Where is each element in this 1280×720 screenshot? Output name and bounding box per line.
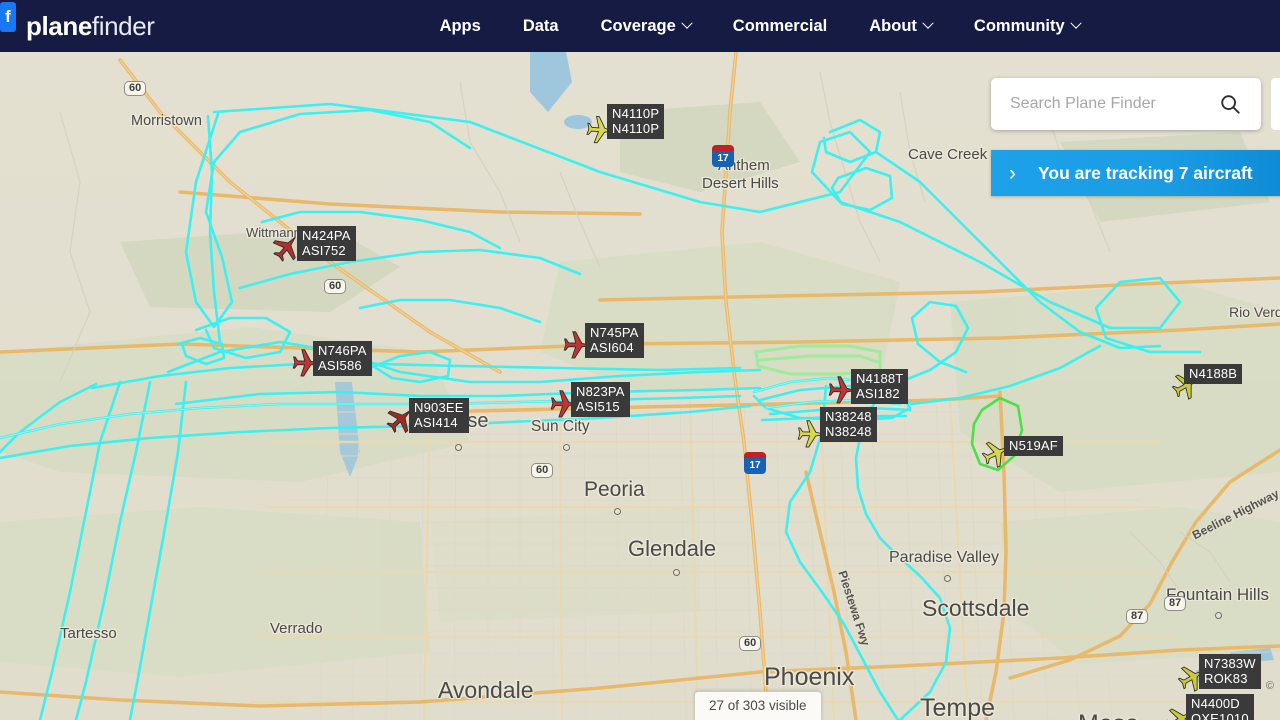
- nav-link-label: Data: [522, 16, 559, 35]
- nav-link-about[interactable]: About: [848, 17, 953, 36]
- aircraft-registration: N424PA: [302, 228, 351, 243]
- nav-link-commercial[interactable]: Commercial: [712, 17, 848, 36]
- map-place-dot: [614, 508, 621, 515]
- aircraft-callsign: ROK83: [1204, 671, 1248, 686]
- aircraft-label[interactable]: N4188B: [1184, 364, 1243, 384]
- us-route-shield-icon: 60: [124, 81, 147, 96]
- search-icon[interactable]: [1219, 93, 1241, 115]
- aircraft-label[interactable]: N823PA ASI515: [571, 382, 630, 417]
- aircraft-callsign: ASI182: [856, 386, 900, 401]
- map-copyright: ©: [1265, 680, 1274, 692]
- panel-edge-strip: [1271, 78, 1280, 130]
- us-route-shield-icon: 60: [739, 636, 762, 651]
- us-route-shield-icon: 87: [1126, 609, 1149, 624]
- search-input[interactable]: [1010, 95, 1219, 113]
- aircraft-registration: N4400D: [1191, 696, 1240, 711]
- map-place-dot: [563, 444, 570, 451]
- map-place-dot: [673, 569, 680, 576]
- aircraft-callsign: N38248: [825, 424, 872, 439]
- map-place-dot: [455, 444, 462, 451]
- aircraft-label[interactable]: N746PA ASI586: [313, 341, 372, 376]
- aircraft-registration: N4188B: [1189, 366, 1238, 381]
- aircraft-label[interactable]: N4188T ASI182: [851, 369, 909, 404]
- aircraft-label[interactable]: N7383W ROK83: [1199, 654, 1261, 689]
- us-route-shield-icon: 60: [531, 463, 554, 478]
- us-route-shield-icon: 60: [324, 279, 347, 294]
- aircraft-registration: N519AF: [1009, 438, 1058, 453]
- aircraft-registration: N4110P: [612, 106, 660, 121]
- us-route-shield-icon: 87: [1164, 596, 1187, 611]
- aircraft-callsign: ASI586: [318, 358, 362, 373]
- chevron-down-icon: [1069, 17, 1082, 29]
- aircraft-label[interactable]: N745PA ASI604: [585, 323, 644, 358]
- aircraft-callsign: ASI752: [302, 243, 346, 258]
- aircraft-callsign: ASI604: [590, 340, 634, 355]
- interstate-shield-icon: 17: [744, 452, 766, 474]
- facebook-icon[interactable]: f: [0, 2, 16, 32]
- planefinder-logo[interactable]: planefinder: [26, 11, 155, 42]
- aircraft-registration: N823PA: [576, 384, 625, 399]
- aircraft-label[interactable]: N4400D QXE1010: [1186, 694, 1254, 720]
- brand-bold: plane: [26, 10, 92, 41]
- chevron-down-icon: [922, 17, 934, 29]
- aircraft-label[interactable]: N519AF: [1004, 436, 1063, 456]
- aircraft-registration: N7383W: [1204, 656, 1256, 671]
- aircraft-label[interactable]: N4110P N4110P: [607, 104, 665, 139]
- interstate-shield-icon: 17: [712, 145, 734, 167]
- nav-link-label: Apps: [439, 16, 481, 35]
- nav-link-label: Community: [973, 16, 1065, 35]
- aircraft-registration: N903EE: [414, 400, 464, 415]
- tracking-banner[interactable]: › You are tracking 7 aircraft: [991, 150, 1280, 196]
- nav-link-coverage[interactable]: Coverage: [580, 17, 712, 36]
- nav-link-data[interactable]: Data: [502, 17, 580, 36]
- aircraft-registration: N746PA: [318, 343, 367, 358]
- aircraft-callsign: ASI414: [414, 415, 458, 430]
- aircraft-registration: N4188T: [856, 371, 904, 386]
- map-place-dot: [944, 575, 951, 582]
- chevron-right-icon: ›: [1009, 161, 1016, 185]
- aircraft-label[interactable]: N903EE ASI414: [409, 398, 469, 433]
- plane-finder-app: Morristown Anthem Cave Creek Desert Hills Wi…: [0, 0, 1280, 720]
- nav-link-label: Coverage: [600, 16, 676, 35]
- search-box[interactable]: [991, 78, 1261, 130]
- visible-aircraft-count: 27 of 303 visible: [694, 691, 822, 720]
- map-place-dot: [1215, 612, 1222, 619]
- aircraft-callsign: ASI515: [576, 399, 620, 414]
- aircraft-callsign: QXE1010: [1191, 711, 1249, 720]
- nav-link-apps[interactable]: Apps: [419, 17, 502, 36]
- tracking-banner-label: You are tracking 7 aircraft: [1038, 162, 1253, 183]
- aircraft-registration: N38248: [825, 409, 872, 424]
- nav-link-label: Commercial: [732, 16, 828, 35]
- nav-link-community[interactable]: Community: [953, 17, 1101, 36]
- chevron-down-icon: [681, 17, 693, 29]
- nav-links: Apps Data Coverage Commercial About Community: [419, 17, 1101, 36]
- aircraft-label[interactable]: N424PA ASI752: [297, 226, 356, 261]
- aircraft-registration: N745PA: [590, 325, 639, 340]
- aircraft-label[interactable]: N38248 N38248: [820, 407, 877, 442]
- nav-link-label: About: [869, 16, 917, 35]
- top-navigation-bar: f planefinder Apps Data Coverage Commercial…: [0, 0, 1280, 52]
- brand-light: finder: [91, 10, 155, 41]
- aircraft-callsign: N4110P: [612, 121, 660, 136]
